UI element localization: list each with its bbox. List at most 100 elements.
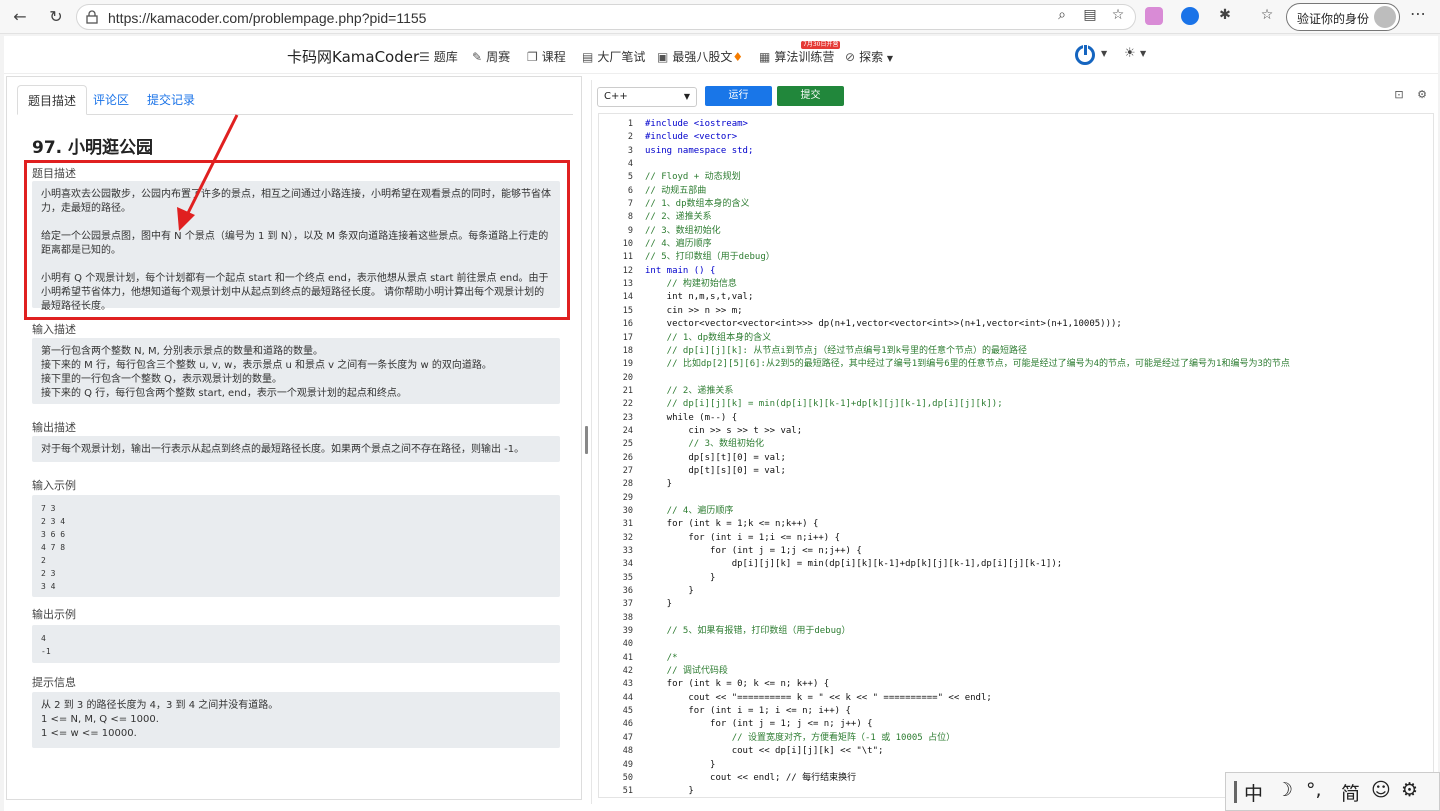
ime-settings-icon[interactable]: ⚙	[1401, 779, 1418, 801]
more-menu-icon[interactable]: ⋯	[1410, 4, 1426, 23]
extension-brain-icon[interactable]	[1145, 7, 1163, 25]
code-line[interactable]: }	[645, 598, 1290, 611]
search-icon[interactable]: ⌕	[1053, 6, 1071, 24]
code-line[interactable]: while (m--) {	[645, 412, 1290, 425]
ime-chinese-mode[interactable]: 中	[1244, 779, 1263, 806]
chevron-down-icon[interactable]: ▼	[1101, 49, 1107, 58]
address-bar[interactable]: https://kamacoder.com/problempage.php?pi…	[76, 4, 1136, 30]
back-icon[interactable]: ←	[8, 5, 32, 29]
code-line[interactable]	[645, 492, 1290, 505]
code-line[interactable]	[645, 638, 1290, 651]
ime-moon-icon[interactable]: ☽	[1276, 779, 1293, 801]
code-line[interactable]: for (int k = 1;k <= n;k++) {	[645, 518, 1290, 531]
code-line[interactable]: dp[t][s][0] = val;	[645, 465, 1290, 478]
code-line[interactable]: // 4、遍历顺序	[645, 505, 1290, 518]
favorite-star-icon[interactable]: ☆	[1109, 6, 1127, 24]
code-line[interactable]: // 3、数组初始化	[645, 225, 1290, 238]
sample-line: 2 3 4	[41, 517, 66, 526]
language-select[interactable]: C++ ▼	[597, 87, 697, 107]
nav-interviews[interactable]: ▤ 大厂笔试	[582, 48, 645, 65]
code-line[interactable]: dp[s][t][0] = val;	[645, 452, 1290, 465]
ime-simplified[interactable]: 简	[1341, 779, 1360, 806]
nav-explore[interactable]: ⊘ 探索 ▼	[845, 48, 893, 65]
code-line[interactable]	[645, 372, 1290, 385]
input-line: 接下来的 Q 行，每行包含两个整数 start, end，表示一个观景计划的起点…	[41, 388, 407, 399]
camp-badge: 7月30日开营	[801, 41, 841, 49]
code-line[interactable]: // 1、dp数组本身的含义	[645, 332, 1290, 345]
code-line[interactable]: // 4、遍历顺序	[645, 238, 1290, 251]
code-line[interactable]: // 调试代码段	[645, 665, 1290, 678]
code-line[interactable]: cout << dp[i][j][k] << "\t";	[645, 745, 1290, 758]
run-button[interactable]: 运行	[705, 86, 772, 106]
code-line[interactable]: /*	[645, 652, 1290, 665]
code-line[interactable]: for (int j = 1;j <= n;j++) {	[645, 545, 1290, 558]
code-line[interactable]: }	[645, 785, 1290, 797]
code-line[interactable]: // 1、dp数组本身的含义	[645, 198, 1290, 211]
chevron-down-icon[interactable]: ▼	[1140, 49, 1146, 58]
code-line[interactable]: // 设置宽度对齐，方便看矩阵（-1 或 10005 占位）	[645, 732, 1290, 745]
code-line[interactable]: #include <iostream>	[645, 118, 1290, 131]
power-icon[interactable]	[1075, 44, 1095, 65]
code-line[interactable]: // 5、如果有报错，打印数组（用于debug）	[645, 625, 1290, 638]
code-line[interactable]: dp[i][j][k] = min(dp[i][k][k-1]+dp[k][j]…	[645, 558, 1290, 571]
code-line[interactable]: cout << "========== k = " << k << " ====…	[645, 692, 1290, 705]
code-line[interactable]: for (int k = 0; k <= n; k++) {	[645, 678, 1290, 691]
reload-icon[interactable]: ↻	[44, 5, 68, 29]
fullscreen-icon[interactable]: ⊡	[1392, 88, 1406, 102]
extensions-puzzle-icon[interactable]: ✱	[1216, 6, 1234, 24]
ime-punctuation-icon[interactable]: °,	[1306, 779, 1322, 801]
extension-m-icon[interactable]	[1181, 7, 1199, 25]
code-line[interactable]: #include <vector>	[645, 131, 1290, 144]
code-line[interactable]: }	[645, 478, 1290, 491]
nav-problems[interactable]: ☰ 题库	[419, 48, 458, 65]
code-line[interactable]: // 2、递推关系	[645, 385, 1290, 398]
sample-line: 2	[41, 556, 46, 565]
code-line[interactable]: // dp[i][j][k]: 从节点i到节点j（经过节点编号1到k号里的任意个…	[645, 345, 1290, 358]
code-line[interactable]: }	[645, 585, 1290, 598]
code-line[interactable]: // dp[i][j][k] = min(dp[i][k][k-1]+dp[k]…	[645, 398, 1290, 411]
panel-resize-handle[interactable]	[585, 426, 588, 454]
code-line[interactable]: using namespace std;	[645, 145, 1290, 158]
verify-identity-button[interactable]: 验证你的身份	[1286, 3, 1400, 31]
code-line[interactable]: for (int j = 1; j <= n; j++) {	[645, 718, 1290, 731]
tab-description[interactable]: 题目描述	[17, 85, 88, 115]
code-line[interactable]: // 比如dp[2][5][6]:从2到5的最短路径，其中经过了编号1到编号6里…	[645, 358, 1290, 371]
code-content[interactable]: #include <iostream> #include <vector> usin…	[645, 118, 1290, 797]
code-line[interactable]	[645, 158, 1290, 171]
code-line[interactable]: vector<vector<vector<int>>> dp(n+1,vecto…	[645, 318, 1290, 331]
code-line[interactable]: }	[645, 759, 1290, 772]
red-arrow	[177, 114, 239, 231]
site-brand[interactable]: 卡码网KamaCoder	[287, 46, 419, 67]
code-line[interactable]	[645, 612, 1290, 625]
settings-gear-icon[interactable]: ⚙	[1415, 88, 1429, 102]
nav-weekly[interactable]: ✎ 周赛	[472, 48, 510, 65]
site-header: 卡码网KamaCoder ☰ 题库 ✎ 周赛 ❐ 课程 ▤ 大厂笔试 ▣ 最强八股文♦ ▦…	[4, 36, 1438, 74]
ime-grip[interactable]	[1234, 781, 1237, 803]
nav-baguwen[interactable]: ▣ 最强八股文♦	[657, 48, 743, 65]
code-line[interactable]: // 3、数组初始化	[645, 438, 1290, 451]
code-line[interactable]: cin >> s >> t >> val;	[645, 425, 1290, 438]
theme-sun-icon[interactable]: ☀	[1124, 46, 1136, 61]
code-line[interactable]: cin >> n >> m;	[645, 305, 1290, 318]
code-line[interactable]: for (int i = 1; i <= n; i++) {	[645, 705, 1290, 718]
code-line[interactable]: // 2、递推关系	[645, 211, 1290, 224]
nav-courses[interactable]: ❐ 课程	[527, 48, 566, 65]
code-line[interactable]: // 5、打印数组（用于debug）	[645, 251, 1290, 264]
code-line[interactable]: cout << endl; // 每行结束换行	[645, 772, 1290, 785]
code-line[interactable]: }	[645, 572, 1290, 585]
code-line[interactable]: // 构建初始信息	[645, 278, 1290, 291]
browser-toolbar: ← ↻ https://kamacoder.com/problempage.ph…	[0, 0, 1440, 34]
code-line[interactable]: // 动规五部曲	[645, 185, 1290, 198]
input-line: 第一行包含两个整数 N, M, 分别表示景点的数量和道路的数量。	[41, 346, 324, 357]
submit-button[interactable]: 提交	[777, 86, 844, 106]
code-line[interactable]: int main () {	[645, 265, 1290, 278]
reader-icon[interactable]: ▤	[1081, 6, 1099, 24]
tab-comments[interactable]: 评论区	[83, 85, 139, 115]
favorites-icon[interactable]: ☆	[1258, 6, 1276, 24]
nav-camp[interactable]: ▦ 算法训练营	[759, 48, 834, 65]
code-line[interactable]: int n,m,s,t,val;	[645, 291, 1290, 304]
code-line[interactable]: for (int i = 1;i <= n;i++) {	[645, 532, 1290, 545]
code-editor[interactable]: 1 2 3 4 5 6 7 8 9 10 11 12 13 14 15 16 17 18 19 20 21 22 23 24 2…	[598, 113, 1434, 798]
ime-emoji-icon[interactable]: ☺	[1371, 779, 1391, 801]
code-line[interactable]: // Floyd + 动态规划	[645, 171, 1290, 184]
